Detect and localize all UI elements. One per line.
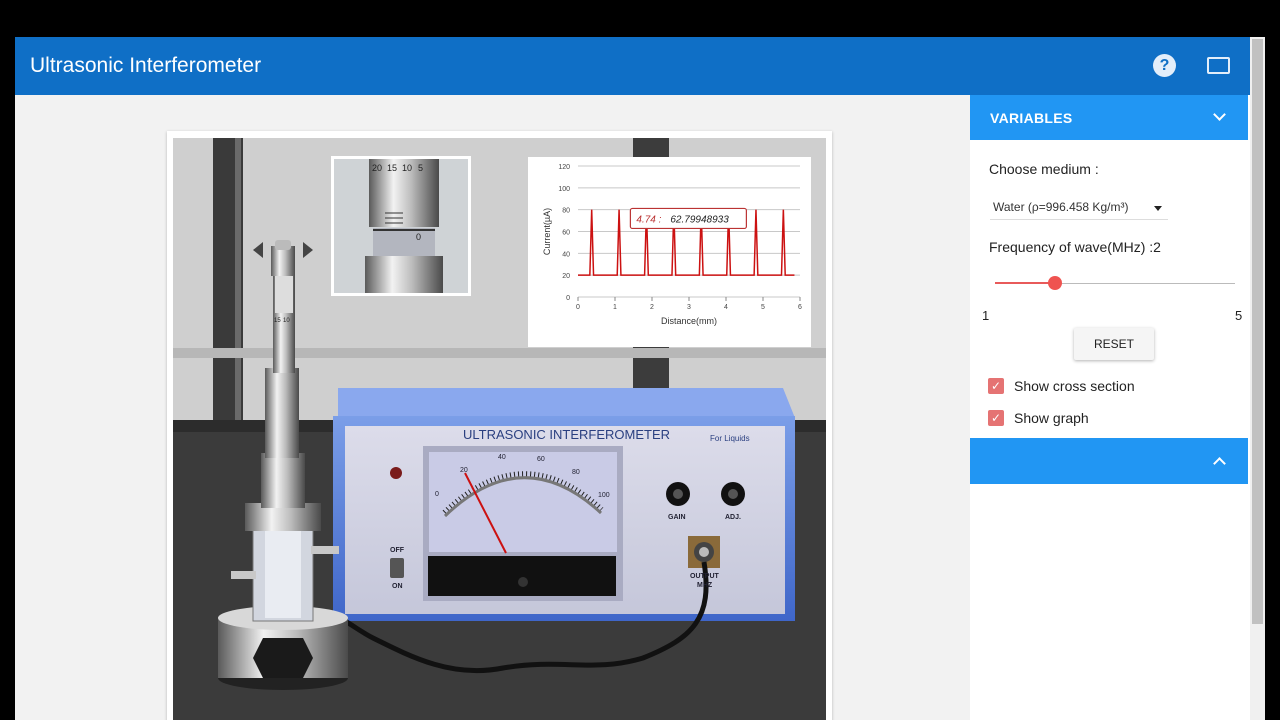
scrollbar[interactable] <box>1250 37 1265 720</box>
chevron-up-icon <box>1213 457 1226 470</box>
checkbox-checked-icon[interactable]: ✓ <box>988 378 1004 394</box>
chart-x-tick-label: 1 <box>613 304 617 311</box>
panel-title: ULTRASONIC INTERFEROMETER <box>463 427 671 442</box>
meter-tick-0: 0 <box>435 491 439 498</box>
chart-tooltip-x: 4.74 : <box>636 214 661 225</box>
variables-sidebar: VARIABLES Choose medium : Water (ρ=996.4… <box>970 95 1250 720</box>
variables-title: VARIABLES <box>990 110 1073 126</box>
collapsed-section-header[interactable] <box>970 438 1248 484</box>
panel-subtitle: For Liquids <box>710 434 750 443</box>
gain-knob-label: GAIN <box>668 514 686 521</box>
chart-x-tick-label: 4 <box>724 304 728 311</box>
meter-tick-100: 100 <box>598 492 610 499</box>
slider-max-label: 5 <box>1235 308 1243 323</box>
app-header: Ultrasonic Interferometer ? <box>15 37 1250 95</box>
micrometer-tick-20: 20 <box>372 163 383 173</box>
chart-x-tick-label: 3 <box>687 304 691 311</box>
fullscreen-icon[interactable] <box>1207 57 1230 74</box>
chart-y-tick-label: 0 <box>566 295 570 302</box>
chart-y-axis-label: Current(µA) <box>542 208 552 255</box>
chart-y-tick-label: 40 <box>562 251 570 258</box>
meter-tick-20: 20 <box>460 467 468 474</box>
micrometer-tick-0: 0 <box>416 232 422 242</box>
slider-thumb[interactable] <box>1048 276 1062 290</box>
slider-min-label: 1 <box>982 308 990 323</box>
chart-x-tick-label: 5 <box>761 304 765 311</box>
adj-knob-label: ADJ. <box>725 514 741 521</box>
switch-off-label: OFF <box>390 547 404 554</box>
chart-x-tick-label: 0 <box>576 304 580 311</box>
output-sub-label: MHZ <box>697 582 713 589</box>
chart-x-tick-label: 6 <box>798 304 802 311</box>
small-micrometer-tick-15: 15 <box>274 318 281 324</box>
chart-x-axis-label: Distance(mm) <box>661 316 717 326</box>
medium-label: Choose medium : <box>989 161 1099 177</box>
scrollbar-thumb[interactable] <box>1252 39 1263 624</box>
show-graph-label: Show graph <box>1014 410 1089 426</box>
slider-fill <box>995 282 1055 284</box>
app-title: Ultrasonic Interferometer <box>30 54 262 77</box>
chart-y-tick-label: 120 <box>558 164 570 171</box>
help-icon[interactable]: ? <box>1153 54 1176 77</box>
chevron-down-icon <box>1213 108 1226 121</box>
chart-y-tick-label: 100 <box>558 186 570 193</box>
medium-select-value: Water (ρ=996.458 Kg/m³) <box>993 200 1129 214</box>
output-label: OUTPUT <box>690 573 719 580</box>
medium-select[interactable]: Water (ρ=996.458 Kg/m³) <box>990 198 1168 220</box>
micrometer-tick-5: 5 <box>418 163 424 173</box>
micrometer-tick-15: 15 <box>387 163 398 173</box>
chart-y-tick-label: 60 <box>562 230 570 237</box>
switch-on-label: ON <box>392 583 403 590</box>
meter-tick-60: 60 <box>537 456 545 463</box>
reset-button[interactable]: RESET <box>1074 328 1154 360</box>
variables-header[interactable]: VARIABLES <box>970 95 1248 140</box>
frequency-slider[interactable] <box>995 275 1235 291</box>
small-micrometer-tick-10: 10 <box>283 318 290 324</box>
app-window: Ultrasonic Interferometer ? 0 20 40 60 8… <box>15 37 1265 720</box>
meter-tick-40: 40 <box>498 454 506 461</box>
chart-x-tick-label: 2 <box>650 304 654 311</box>
micrometer-tick-10: 10 <box>402 163 413 173</box>
dropdown-arrow-icon <box>1154 206 1162 211</box>
meter-tick-80: 80 <box>572 469 580 476</box>
chart-y-tick-label: 20 <box>562 273 570 280</box>
show-cross-section-label: Show cross section <box>1014 378 1135 394</box>
chart-tooltip-y: 62.79948933 <box>670 214 729 225</box>
simulation-stage: 0 20 40 60 80 100 120 0 1 2 3 4 5 6 Distance(mm) Curren… <box>173 138 826 720</box>
frequency-label: Frequency of wave(MHz) :2 <box>989 239 1161 255</box>
checkbox-checked-icon[interactable]: ✓ <box>988 410 1004 426</box>
chart-y-tick-label: 80 <box>562 208 570 215</box>
